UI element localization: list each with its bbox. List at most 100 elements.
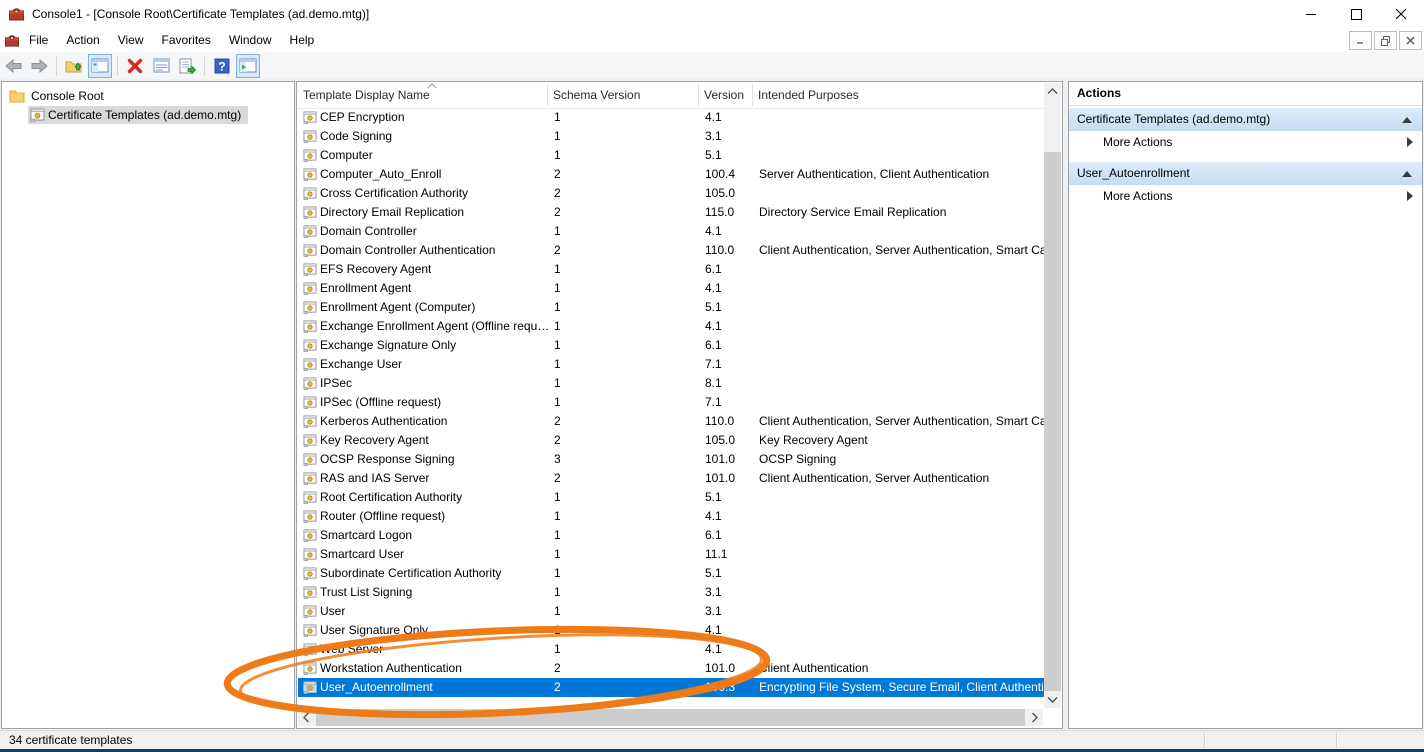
table-row[interactable]: Kerberos Authentication 2 110.0 Client A…: [298, 412, 1046, 431]
actions-section-user-autoenrollment[interactable]: User_Autoenrollment: [1069, 162, 1422, 185]
show-action-pane-button[interactable]: [236, 54, 260, 78]
cell-version: 105.0: [705, 431, 735, 450]
delete-button[interactable]: [123, 54, 147, 78]
table-row[interactable]: Subordinate Certification Authority 1 5.…: [298, 564, 1046, 583]
up-one-level-button[interactable]: [62, 54, 86, 78]
mdi-minimize-button[interactable]: [1349, 31, 1372, 50]
table-row[interactable]: EFS Recovery Agent 1 6.1: [298, 260, 1046, 279]
tree-item-certificate-templates[interactable]: Certificate Templates (ad.demo.mtg): [28, 105, 294, 124]
table-row[interactable]: CEP Encryption 1 4.1: [298, 108, 1046, 127]
table-row[interactable]: Code Signing 1 3.1: [298, 127, 1046, 146]
certificate-template-icon: [303, 605, 317, 618]
collapse-section-icon[interactable]: [1402, 117, 1412, 123]
column-header-version[interactable]: Version: [704, 82, 744, 108]
table-row[interactable]: Enrollment Agent 1 4.1: [298, 279, 1046, 298]
more-actions-certificate-templates[interactable]: More Actions: [1069, 131, 1422, 154]
table-row[interactable]: Directory Email Replication 2 115.0 Dire…: [298, 203, 1046, 222]
table-row[interactable]: Cross Certification Authority 2 105.0: [298, 184, 1046, 203]
cell-version: 6.1: [705, 260, 722, 279]
column-header-intended-purposes[interactable]: Intended Purposes: [758, 82, 859, 108]
toolbar: ?: [0, 52, 1424, 80]
table-row[interactable]: Router (Offline request) 1 4.1: [298, 507, 1046, 526]
cell-schema-version: 2: [554, 678, 561, 697]
table-row[interactable]: OCSP Response Signing 3 101.0 OCSP Signi…: [298, 450, 1046, 469]
scroll-up-arrow[interactable]: [1044, 83, 1061, 100]
certificate-template-icon: [303, 472, 317, 485]
table-row[interactable]: Smartcard Logon 1 6.1: [298, 526, 1046, 545]
show-action-pane-icon: [239, 58, 257, 73]
table-row[interactable]: RAS and IAS Server 2 101.0 Client Authen…: [298, 469, 1046, 488]
vertical-scrollbar[interactable]: [1044, 83, 1061, 708]
cell-schema-version: 1: [554, 602, 561, 621]
table-row[interactable]: Workstation Authentication 2 101.0 Clien…: [298, 659, 1046, 678]
table-row[interactable]: User 1 3.1: [298, 602, 1046, 621]
tree-item-console-root[interactable]: Console Root: [2, 86, 294, 105]
cell-version: 4.1: [705, 507, 722, 526]
cell-version: 101.0: [705, 659, 735, 678]
cell-template-display-name: Exchange Signature Only: [320, 336, 456, 355]
certificate-template-icon: [303, 491, 317, 504]
table-row[interactable]: Computer 1 5.1: [298, 146, 1046, 165]
horizontal-scrollbar[interactable]: [298, 709, 1043, 726]
scroll-left-arrow[interactable]: [298, 709, 315, 726]
table-row[interactable]: Domain Controller 1 4.1: [298, 222, 1046, 241]
collapse-section-icon[interactable]: [1402, 171, 1412, 177]
table-row[interactable]: Root Certification Authority 1 5.1: [298, 488, 1046, 507]
menu-favorites[interactable]: Favorites: [153, 30, 220, 50]
table-row[interactable]: Domain Controller Authentication 2 110.0…: [298, 241, 1046, 260]
scroll-down-arrow[interactable]: [1044, 691, 1061, 708]
actions-section-certificate-templates[interactable]: Certificate Templates (ad.demo.mtg): [1069, 108, 1422, 131]
column-header-schema-version[interactable]: Schema Version: [553, 82, 640, 108]
properties-button[interactable]: [149, 54, 173, 78]
menu-view[interactable]: View: [109, 30, 153, 50]
menu-bar: File Action View Favorites Window Help: [0, 28, 1424, 52]
maximize-button[interactable]: [1334, 0, 1379, 28]
menu-help[interactable]: Help: [281, 30, 324, 50]
help-button[interactable]: ?: [210, 54, 234, 78]
status-divider: [1336, 733, 1338, 748]
table-row[interactable]: Web Server 1 4.1: [298, 640, 1046, 659]
table-row[interactable]: Computer_Auto_Enroll 2 100.4 Server Auth…: [298, 165, 1046, 184]
cell-schema-version: 1: [554, 564, 561, 583]
more-actions-user-autoenrollment[interactable]: More Actions: [1069, 185, 1422, 208]
horizontal-scrollbar-thumb[interactable]: [316, 709, 1025, 726]
table-row[interactable]: Enrollment Agent (Computer) 1 5.1: [298, 298, 1046, 317]
table-row[interactable]: Exchange Signature Only 1 6.1: [298, 336, 1046, 355]
status-divider: [1204, 733, 1206, 748]
table-row[interactable]: User_Autoenrollment 2 100.3 Encrypting F…: [298, 678, 1046, 697]
minimize-button[interactable]: [1289, 0, 1334, 28]
certificate-template-icon: [303, 396, 317, 409]
forward-button[interactable]: [27, 54, 51, 78]
menu-file[interactable]: File: [20, 30, 57, 50]
scroll-right-arrow[interactable]: [1026, 709, 1043, 726]
column-header-template-display-name[interactable]: Template Display Name: [303, 82, 430, 108]
cell-version: 110.0: [705, 412, 734, 431]
column-divider[interactable]: [752, 84, 753, 106]
back-button[interactable]: [1, 54, 25, 78]
table-row[interactable]: User Signature Only 1 4.1: [298, 621, 1046, 640]
tree-item-label: Certificate Templates (ad.demo.mtg): [45, 107, 244, 123]
cell-intended-purposes: Server Authentication, Client Authentica…: [759, 165, 1046, 184]
vertical-scrollbar-thumb[interactable]: [1044, 152, 1061, 691]
close-button[interactable]: [1379, 0, 1424, 28]
table-row[interactable]: Smartcard User 1 11.1: [298, 545, 1046, 564]
cell-template-display-name: Domain Controller Authentication: [320, 241, 495, 260]
certificate-template-icon: [303, 149, 317, 162]
cell-schema-version: 3: [554, 450, 561, 469]
show-console-tree-button[interactable]: [88, 54, 112, 78]
menu-window[interactable]: Window: [220, 30, 281, 50]
table-row[interactable]: IPSec (Offline request) 1 7.1: [298, 393, 1046, 412]
table-row[interactable]: IPSec 1 8.1: [298, 374, 1046, 393]
table-row[interactable]: Key Recovery Agent 2 105.0 Key Recovery …: [298, 431, 1046, 450]
mdi-restore-button[interactable]: [1374, 31, 1397, 50]
table-row[interactable]: Exchange Enrollment Agent (Offline reque…: [298, 317, 1046, 336]
export-list-button[interactable]: [175, 54, 199, 78]
column-divider[interactable]: [547, 84, 548, 106]
cell-template-display-name: Web Server: [320, 640, 383, 659]
column-divider[interactable]: [698, 84, 699, 106]
table-row[interactable]: Trust List Signing 1 3.1: [298, 583, 1046, 602]
table-row[interactable]: Exchange User 1 7.1: [298, 355, 1046, 374]
export-list-icon: [179, 58, 196, 74]
mdi-close-button[interactable]: [1399, 31, 1422, 50]
menu-action[interactable]: Action: [57, 30, 108, 50]
